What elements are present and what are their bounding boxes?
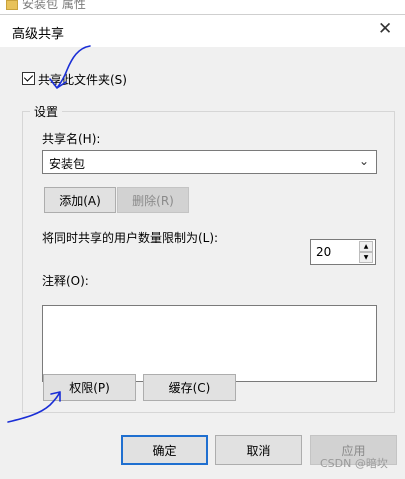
annotation-arrow-permissions <box>7 391 61 423</box>
annotation-arrow-checkbox <box>49 45 91 89</box>
watermark: CSDN @暗坎 <box>320 457 388 470</box>
annotation-marks <box>7 45 91 423</box>
